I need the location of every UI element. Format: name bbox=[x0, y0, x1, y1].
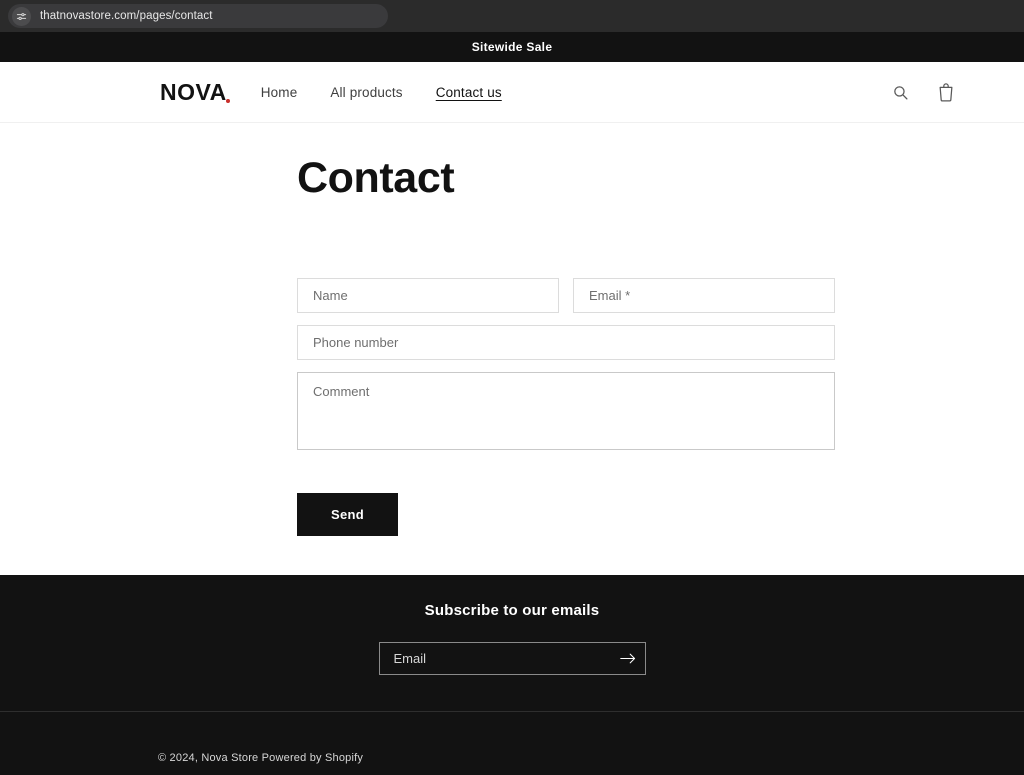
header-actions bbox=[886, 78, 960, 106]
url-bar[interactable]: thatnovastore.com/pages/contact bbox=[8, 4, 388, 28]
newsletter-email-input[interactable] bbox=[379, 643, 611, 674]
name-input[interactable] bbox=[297, 278, 559, 313]
url-text: thatnovastore.com/pages/contact bbox=[40, 10, 213, 22]
copyright-text: © 2024, Nova Store Powered by Shopify bbox=[158, 752, 364, 764]
main-content: Contact Send bbox=[0, 123, 1024, 575]
newsletter-section: Subscribe to our emails bbox=[0, 575, 1024, 675]
site-header: NOVA Home All products Contact us bbox=[0, 62, 1024, 123]
nav-item-all-products[interactable]: All products bbox=[330, 85, 402, 100]
name-email-row bbox=[297, 278, 835, 313]
footer-bottom: © 2024, Nova Store Powered by Shopify bbox=[0, 712, 1024, 766]
comment-textarea[interactable] bbox=[297, 372, 835, 450]
send-button[interactable]: Send bbox=[297, 493, 398, 536]
phone-input[interactable] bbox=[297, 325, 835, 360]
announcement-text: Sitewide Sale bbox=[471, 40, 553, 54]
newsletter-form bbox=[378, 642, 646, 675]
logo-accent-dot bbox=[225, 98, 230, 103]
cart-icon[interactable] bbox=[932, 78, 960, 106]
site-logo[interactable]: NOVA bbox=[160, 79, 231, 106]
email-input[interactable] bbox=[573, 278, 835, 313]
browser-chrome: thatnovastore.com/pages/contact bbox=[0, 0, 1024, 32]
site-footer: Subscribe to our emails © 2024, Nova Sto… bbox=[0, 575, 1024, 775]
phone-row bbox=[297, 325, 835, 360]
comment-row bbox=[297, 372, 835, 450]
nav-item-home[interactable]: Home bbox=[261, 85, 298, 100]
newsletter-title: Subscribe to our emails bbox=[424, 602, 600, 619]
main-navigation: Home All products Contact us bbox=[261, 85, 502, 100]
sliders-icon[interactable] bbox=[12, 6, 31, 26]
page-title: Contact bbox=[297, 154, 455, 202]
arrow-right-icon[interactable] bbox=[611, 643, 645, 674]
search-icon[interactable] bbox=[886, 78, 914, 106]
logo-text: NOVA bbox=[160, 78, 227, 105]
announcement-bar: Sitewide Sale bbox=[0, 32, 1024, 62]
contact-form: Send bbox=[297, 278, 835, 536]
nav-item-contact-us[interactable]: Contact us bbox=[436, 85, 502, 100]
